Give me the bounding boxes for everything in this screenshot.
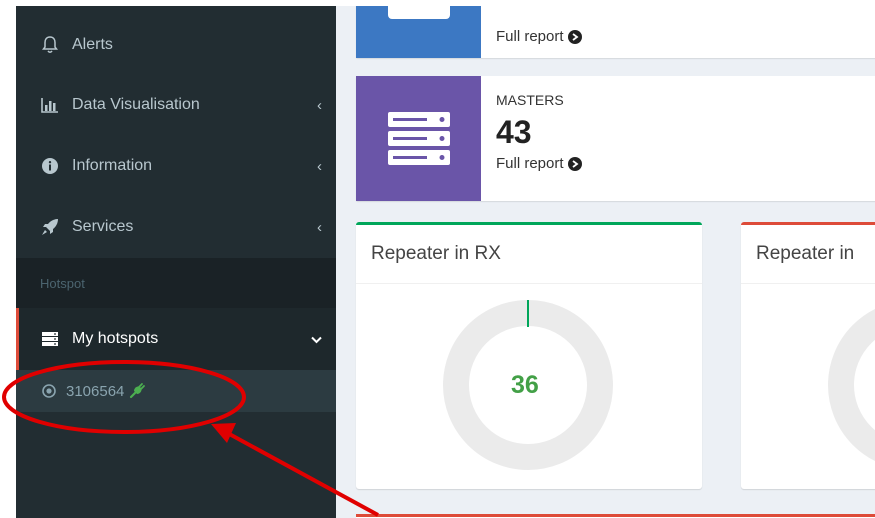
infobox-icon-area (356, 76, 481, 201)
app-screen: Alerts Data Visualisation ‹ Information … (16, 6, 875, 518)
sidebar-item-label: Data Visualisation (72, 96, 200, 113)
sidebar-item-alerts[interactable]: Alerts (16, 14, 336, 76)
bar-chart-icon (40, 95, 60, 115)
chevron-left-icon: ‹ (317, 157, 322, 175)
sidebar-item-data-visualisation[interactable]: Data Visualisation ‹ (16, 74, 336, 136)
hotspot-3106564[interactable]: 3106564 (16, 370, 336, 412)
sidebar-item-label: My hotspots (72, 330, 159, 347)
server-icon (387, 111, 450, 165)
donut-value: 36 (511, 371, 539, 399)
sidebar: Alerts Data Visualisation ‹ Information … (16, 6, 336, 518)
infobox-masters: MASTERS 43 Full report (356, 76, 875, 201)
chevron-down-icon (311, 331, 322, 348)
radio-button-icon (42, 384, 56, 398)
infobox-icon-area (356, 6, 481, 58)
full-report-link[interactable]: Full report (496, 28, 582, 45)
sidebar-item-label: Alerts (72, 36, 113, 53)
repeater-rx-box: Repeater in RX 36 (356, 222, 702, 489)
sidebar-item-label: Information (72, 157, 153, 174)
box-title: Repeater in RX (356, 225, 702, 284)
bottom-box-edge (356, 514, 875, 518)
server-icon (40, 329, 60, 349)
infobox-top: Full report (356, 6, 875, 58)
sidebar-item-my-hotspots[interactable]: My hotspots (16, 308, 336, 370)
donut-chart (828, 309, 875, 461)
donut-ring (828, 309, 875, 461)
plug-icon (128, 382, 146, 400)
main-content: Full report MASTERS 43 Full report Repea… (336, 6, 875, 518)
infobox-icon (387, 6, 450, 19)
arrow-circle-right-icon (567, 156, 582, 171)
box-title: Repeater in (741, 225, 875, 284)
arrow-circle-right-icon (567, 29, 582, 44)
info-circle-icon (40, 156, 60, 176)
infobox-value: 43 (496, 114, 532, 150)
sidebar-item-information[interactable]: Information ‹ (16, 135, 336, 197)
full-report-link[interactable]: Full report (496, 155, 582, 172)
repeater-box-2: Repeater in (741, 222, 875, 489)
sidebar-section-header: Hotspot (16, 258, 336, 308)
rocket-icon (40, 217, 60, 237)
bell-icon (40, 35, 60, 55)
sidebar-item-services[interactable]: Services ‹ (16, 196, 336, 258)
chevron-left-icon: ‹ (317, 96, 322, 114)
sidebar-item-label: Services (72, 218, 134, 235)
chevron-left-icon: ‹ (317, 218, 322, 236)
infobox-label: MASTERS (496, 92, 564, 108)
hotspot-id: 3106564 (66, 382, 125, 400)
